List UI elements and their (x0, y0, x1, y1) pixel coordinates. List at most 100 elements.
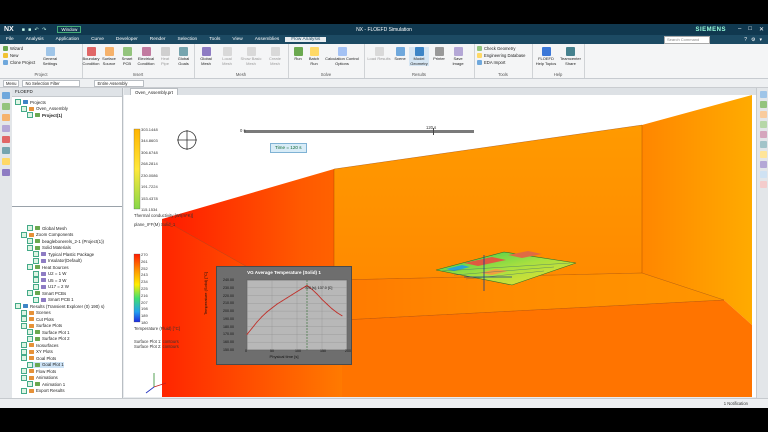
zoom-icon[interactable] (759, 181, 767, 188)
notification-count[interactable]: 1 Notification (724, 401, 748, 406)
menu-item-curve[interactable]: Curve (85, 37, 110, 42)
printer-button[interactable]: Printer (431, 47, 447, 62)
general-settings-button[interactable]: General Settings (40, 47, 60, 66)
visibility-checkbox[interactable] (21, 342, 27, 348)
engineering-database-button[interactable]: Engineering Database (477, 53, 525, 58)
orient-icon[interactable] (759, 171, 767, 178)
snap-icon[interactable] (759, 141, 767, 148)
settings-icon[interactable]: ⚙ (751, 37, 755, 43)
tree-node[interactable]: Project(1) (27, 112, 62, 118)
tree-node[interactable]: Isosurfaces (21, 342, 58, 348)
visibility-checkbox[interactable] (21, 368, 27, 374)
tree-node[interactable]: Cut Plots (21, 316, 54, 322)
menu-item-render[interactable]: Render (144, 37, 172, 42)
tree-node[interactable]: Animation 1 (27, 381, 65, 387)
selection-filter-dropdown[interactable]: No Selection Filter (22, 79, 81, 87)
global-mesh-button[interactable]: Global Mesh (197, 47, 215, 66)
reuse-icon[interactable] (2, 147, 10, 154)
navigator-icon[interactable] (2, 92, 10, 99)
visibility-checkbox[interactable] (33, 251, 39, 257)
visibility-checkbox[interactable] (27, 335, 33, 342)
tree-node[interactable]: Surface Plots (21, 322, 62, 329)
roles-icon[interactable] (2, 136, 10, 143)
visibility-checkbox[interactable] (21, 387, 27, 394)
visibility-checkbox[interactable] (27, 381, 33, 387)
visibility-checkbox[interactable] (15, 99, 21, 105)
tree-node[interactable]: Surface Plot 1 (27, 329, 70, 335)
visibility-checkbox[interactable] (15, 303, 21, 309)
maximize-icon[interactable]: □ (748, 26, 752, 33)
visibility-checkbox[interactable] (27, 244, 33, 251)
tree-node[interactable]: Surface Plot 2 (27, 335, 70, 342)
tree-node[interactable]: Results (Transient Explorer (0) 190) s) (15, 303, 105, 309)
tree-node[interactable]: XY Plots (21, 348, 53, 355)
tree-node[interactable]: Heat Sources (27, 264, 69, 270)
visibility-checkbox[interactable] (27, 264, 33, 270)
tree-node[interactable]: Solid Materials (27, 244, 71, 251)
visibility-checkbox[interactable] (33, 277, 39, 283)
layer-icon[interactable] (759, 101, 767, 108)
tree-node[interactable]: Scenes (21, 309, 51, 316)
visibility-checkbox[interactable] (21, 348, 27, 355)
minimize-icon[interactable]: – (738, 26, 741, 33)
scene-button[interactable]: Scene (392, 47, 408, 62)
visibility-checkbox[interactable] (33, 257, 39, 264)
visibility-checkbox[interactable] (21, 322, 27, 329)
menu-dropdown[interactable]: Menu (3, 79, 20, 87)
view-icon[interactable] (759, 91, 767, 98)
batch-run-button[interactable]: Batch Run (306, 47, 322, 66)
model-geometry-button[interactable]: Model Geometry (409, 47, 429, 67)
menu-item-file[interactable]: File (0, 37, 20, 42)
tree-node[interactable]: Animations (21, 374, 58, 381)
menu-item-assemblies[interactable]: Assemblies (249, 37, 286, 42)
new-project-button[interactable]: New (3, 53, 18, 58)
tree-node[interactable]: U5 = 3 W (33, 277, 66, 283)
create-mesh-button[interactable]: Create Mesh (265, 47, 285, 66)
local-mesh-button[interactable]: Local Mesh (218, 47, 236, 66)
analysis-icon[interactable] (2, 158, 10, 165)
clone-project-button[interactable]: Clone Project (3, 60, 35, 65)
tree-node[interactable]: beaglebonerels_2-1 (Project(1)) (27, 238, 104, 244)
visibility-checkbox[interactable] (21, 309, 27, 316)
heat-pipe-button[interactable]: Heat Pipe (157, 47, 173, 66)
menu-item-analysis[interactable]: Analysis (20, 37, 50, 42)
menu-item-view[interactable]: View (226, 37, 248, 42)
part-icon[interactable] (2, 114, 10, 121)
visibility-checkbox[interactable] (33, 283, 39, 290)
command-search-input[interactable]: Search Command (664, 35, 710, 44)
chevron-down-icon[interactable]: ▾ (759, 37, 762, 43)
boundary-condition-button[interactable]: Boundary Condition (82, 47, 100, 66)
goal-plot-window[interactable]: VG Average Temperature (Solid) 1 Tempera… (203, 266, 352, 365)
eda-import-button[interactable]: EDA Import (477, 60, 505, 65)
tree-node[interactable]: Typical Plastic Package (33, 251, 94, 257)
view-compass-icon[interactable] (177, 130, 197, 150)
history-icon[interactable] (2, 125, 10, 132)
floefd-help-button[interactable]: FLOEFD Help Topics (535, 47, 557, 66)
visibility-checkbox[interactable] (21, 355, 27, 361)
tree-node[interactable]: U17 = 2 W (33, 283, 69, 290)
navigator-splitter[interactable] (12, 206, 122, 207)
tree-node[interactable]: Insulator(Default) (33, 257, 82, 264)
close-icon[interactable]: ✕ (759, 26, 764, 33)
visibility-checkbox[interactable] (21, 316, 27, 322)
electrical-condition-button[interactable]: Electrical Condition (137, 47, 155, 66)
wizard-button[interactable]: Wizard (3, 46, 23, 51)
visibility-checkbox[interactable] (27, 238, 33, 244)
teamcenter-share-button[interactable]: Teamcenter Share (559, 47, 582, 66)
visibility-checkbox[interactable] (27, 225, 33, 231)
visibility-checkbox[interactable] (27, 329, 33, 335)
check-geometry-button[interactable]: Check Geometry (477, 46, 515, 51)
tree-node[interactable]: Zoom Components (21, 231, 73, 238)
global-goals-button[interactable]: Global Goals (175, 47, 192, 66)
visibility-checkbox[interactable] (21, 105, 27, 112)
menu-item-flow-analysis[interactable]: Flow Analysis (285, 37, 327, 42)
measure-icon[interactable] (759, 131, 767, 138)
load-results-button[interactable]: Load Results (366, 47, 392, 62)
visibility-checkbox[interactable] (27, 112, 33, 118)
render-icon[interactable] (759, 111, 767, 118)
visibility-checkbox[interactable] (33, 270, 39, 277)
show-basic-mesh-button[interactable]: Show Basic Mesh (240, 47, 262, 66)
tree-node[interactable]: Smart PCB 1 (33, 296, 74, 303)
visibility-checkbox[interactable] (27, 290, 33, 296)
display-icon[interactable] (759, 161, 767, 168)
